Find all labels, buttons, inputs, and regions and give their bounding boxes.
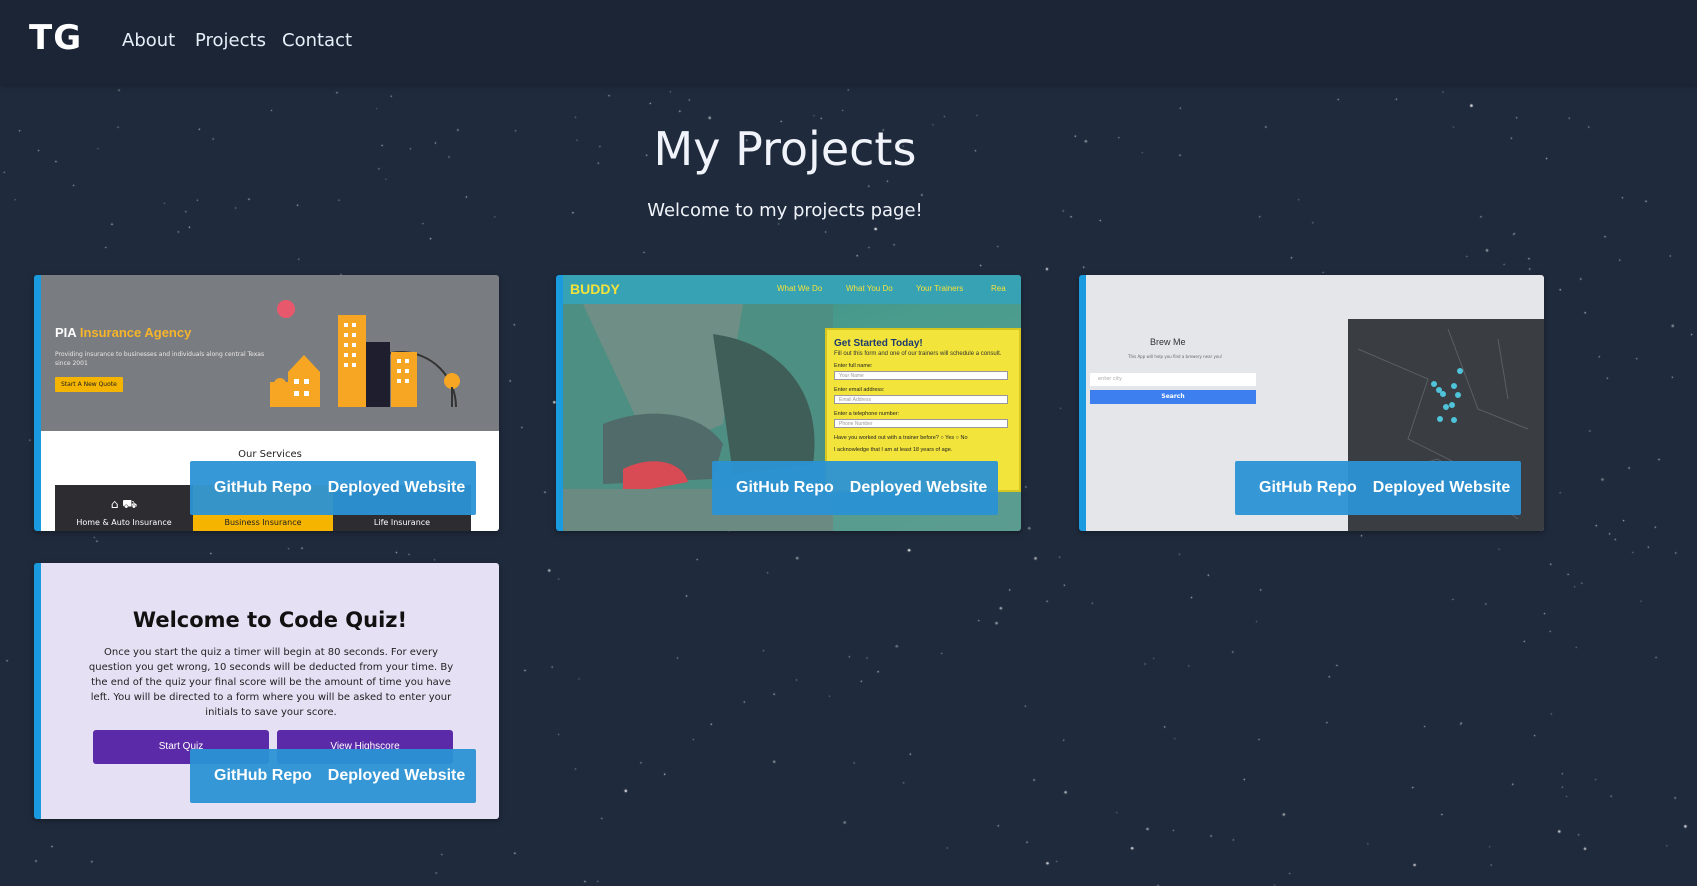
project-card-buddy: BUDDY What We Do What You Do Your Traine… — [556, 275, 1021, 531]
deployed-website-button[interactable]: Deployed Website — [1365, 479, 1519, 497]
project-links: GitHub Repo Deployed Website — [190, 749, 476, 803]
pia-description: Providing insurance to businesses and in… — [55, 351, 265, 367]
buddy-logo: BUDDY — [570, 281, 620, 297]
buddy-question: Have you worked out with a trainer befor… — [834, 435, 968, 441]
buddy-nav-item: What We Do — [777, 284, 823, 293]
navbar: TG About Projects Contact — [0, 0, 1697, 84]
deployed-website-button[interactable]: Deployed Website — [320, 767, 474, 785]
deployed-website-button[interactable]: Deployed Website — [320, 479, 474, 497]
buddy-form-subtitle: Fill out this form and one of our traine… — [834, 351, 1002, 357]
project-card-code-quiz: Welcome to Code Quiz! Once you start the… — [34, 563, 499, 819]
quiz-description: Once you start the quiz a timer will beg… — [88, 647, 454, 718]
buddy-field-input: Your Name — [834, 371, 1008, 380]
project-card-brew-me: Brew Me This App will help you find a br… — [1079, 275, 1544, 531]
nav-link-projects[interactable]: Projects — [195, 30, 266, 51]
pia-quote-button: Start A New Quote — [55, 377, 123, 392]
buddy-nav-item: Your Trainers — [916, 284, 964, 293]
brew-title: Brew Me — [1150, 337, 1186, 347]
page-title: My Projects — [653, 122, 917, 176]
buddy-field-label: Enter full name: — [834, 363, 873, 369]
brand-logo[interactable]: TG — [29, 18, 82, 58]
buddy-nav-item: What You Do — [846, 284, 893, 293]
service-home-auto: ⌂ ⛟ Home & Auto Insurance — [55, 485, 193, 531]
github-repo-button[interactable]: GitHub Repo — [712, 479, 842, 497]
project-links: GitHub Repo Deployed Website — [190, 461, 476, 515]
pia-logo: PIA Insurance Agency — [55, 325, 192, 340]
pia-services-title: Our Services — [238, 449, 302, 460]
buddy-field-label: Enter email address: — [834, 387, 885, 393]
brew-tagline: This App will help you find a brewery ne… — [1128, 354, 1223, 359]
github-repo-button[interactable]: GitHub Repo — [190, 767, 320, 785]
deployed-website-button[interactable]: Deployed Website — [842, 479, 996, 497]
project-card-pia: PIA Insurance Agency Providing insurance… — [34, 275, 499, 531]
buddy-field-label: Enter a telephone number: — [834, 411, 900, 417]
buddy-field-input: Phone Number — [834, 419, 1008, 428]
buddy-field-input: Email Address — [834, 395, 1008, 404]
github-repo-button[interactable]: GitHub Repo — [1235, 479, 1365, 497]
brew-city-input: enter city — [1090, 373, 1256, 386]
quiz-title: Welcome to Code Quiz! — [132, 608, 408, 632]
page-subtitle: Welcome to my projects page! — [647, 200, 923, 221]
buddy-form-title: Get Started Today! — [834, 338, 923, 349]
city-illustration — [270, 300, 460, 408]
nav-link-about[interactable]: About — [122, 30, 175, 51]
project-links: GitHub Repo Deployed Website — [1235, 461, 1521, 515]
project-links: GitHub Repo Deployed Website — [712, 461, 998, 515]
brew-search-button: Search — [1090, 390, 1256, 404]
buddy-acknowledge: I acknowledge that I am at least 18 year… — [834, 447, 953, 453]
github-repo-button[interactable]: GitHub Repo — [190, 479, 320, 497]
buddy-nav-item: Rea — [991, 284, 1006, 293]
house-car-icon: ⌂ ⛟ — [110, 497, 138, 511]
nav-link-contact[interactable]: Contact — [282, 30, 352, 51]
